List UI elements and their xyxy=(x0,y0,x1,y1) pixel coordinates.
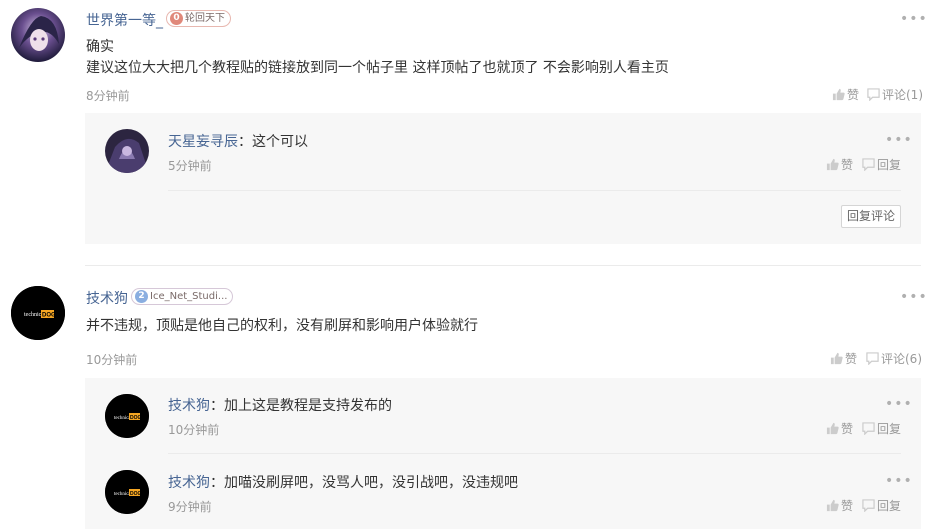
comment-icon xyxy=(862,422,875,435)
replies-panel: 天星妄寻辰：这个可以 ••• 5分钟前 赞 回复 回复评论 xyxy=(85,113,921,244)
reply-label: 回复 xyxy=(877,499,902,513)
divider xyxy=(168,190,901,191)
avatar-logo-word: DOG xyxy=(130,491,142,497)
comment-count-button[interactable]: 评论(6) xyxy=(866,350,922,367)
comment-text-line: 建议这位大大把几个教程贴的链接放到同一个帖子里 这样顶帖了也就顶了 不会影响别人… xyxy=(86,60,669,76)
reply-label: 回复 xyxy=(877,158,902,172)
reply-line: 技术狗：加上这是教程是支持发布的 xyxy=(168,395,392,415)
comment-divider xyxy=(85,265,921,266)
comment-icon xyxy=(866,352,879,365)
reply-text: 加上这是教程是支持发布的 xyxy=(224,398,392,414)
reply-button[interactable]: 回复 xyxy=(862,156,901,173)
reply-username[interactable]: 技术狗 xyxy=(168,398,210,414)
comment-count-label: 评论(6) xyxy=(881,352,922,366)
reply-colon: ： xyxy=(210,475,224,491)
badge-label: Ice_Net_Studi... xyxy=(150,291,228,302)
username[interactable]: 技术狗 xyxy=(86,288,128,308)
more-options-icon[interactable]: ••• xyxy=(885,133,913,147)
reply-comment-button[interactable]: 回复评论 xyxy=(841,205,902,228)
avatar[interactable]: technical DOG xyxy=(105,470,149,514)
comment-icon xyxy=(862,499,875,512)
thumbs-up-icon xyxy=(826,422,839,435)
user-badge[interactable]: 2 Ice_Net_Studi... xyxy=(131,288,234,305)
like-button[interactable]: 赞 xyxy=(826,497,853,514)
thumbs-up-icon xyxy=(830,352,843,365)
comment-text-line: 确实 xyxy=(86,39,114,55)
like-button[interactable]: 赞 xyxy=(832,86,859,103)
comment-icon xyxy=(862,158,875,171)
more-options-icon[interactable]: ••• xyxy=(885,397,913,411)
like-label: 赞 xyxy=(841,499,854,513)
comment-count-button[interactable]: 评论(1) xyxy=(867,86,923,103)
reply-line: 技术狗：加喵没刷屏吧，没骂人吧，没引战吧，没违规吧 xyxy=(168,472,518,492)
reply-text: 这个可以 xyxy=(252,134,308,150)
like-label: 赞 xyxy=(847,88,860,102)
reply-colon: ： xyxy=(210,398,224,414)
comment-count-label: 评论(1) xyxy=(882,88,923,102)
reply-username[interactable]: 天星妄寻辰 xyxy=(168,134,238,150)
like-label: 赞 xyxy=(841,422,854,436)
comment-text-line: 并不违规，顶贴是他自己的权利，没有刷屏和影响用户体验就行 xyxy=(86,318,478,334)
reply-username[interactable]: 技术狗 xyxy=(168,475,210,491)
reply-time: 9分钟前 xyxy=(168,500,212,514)
reply-label: 回复 xyxy=(877,422,902,436)
comment-time: 8分钟前 xyxy=(86,89,130,103)
thumbs-up-icon xyxy=(826,499,839,512)
like-label: 赞 xyxy=(845,352,858,366)
like-label: 赞 xyxy=(841,158,854,172)
avatar[interactable]: technical DOG xyxy=(11,286,65,340)
comment-item: 世界第一等_ 0 轮回天下 ••• 确实 建议这位大大把几个教程贴的链接放到同一… xyxy=(0,0,943,260)
reply-time: 10分钟前 xyxy=(168,423,220,437)
thumbs-up-icon xyxy=(826,158,839,171)
avatar-logo-word: DOG xyxy=(130,415,142,421)
reply-time: 5分钟前 xyxy=(168,159,212,173)
comment-icon xyxy=(867,88,880,101)
comment-item: technical DOG 技术狗 2 Ice_Net_Studi... •••… xyxy=(0,270,943,529)
thumbs-up-icon xyxy=(832,88,845,101)
reply-button[interactable]: 回复 xyxy=(862,497,901,514)
divider xyxy=(168,453,901,454)
like-button[interactable]: 赞 xyxy=(830,350,857,367)
more-options-icon[interactable]: ••• xyxy=(900,290,928,304)
comment-time: 10分钟前 xyxy=(86,353,138,367)
user-badge[interactable]: 0 轮回天下 xyxy=(166,10,231,27)
more-options-icon[interactable]: ••• xyxy=(900,12,928,26)
reply-line: 天星妄寻辰：这个可以 xyxy=(168,131,308,151)
reply-text: 加喵没刷屏吧，没骂人吧，没引战吧，没违规吧 xyxy=(224,475,518,491)
badge-level: 0 xyxy=(170,12,183,25)
like-button[interactable]: 赞 xyxy=(826,156,853,173)
avatar[interactable]: technical DOG xyxy=(105,394,149,438)
more-options-icon[interactable]: ••• xyxy=(885,474,913,488)
avatar-logo-word: DOG xyxy=(42,313,56,319)
reply-colon: ： xyxy=(238,134,252,150)
badge-level: 2 xyxy=(135,290,148,303)
badge-label: 轮回天下 xyxy=(185,13,225,24)
reply-button[interactable]: 回复 xyxy=(862,420,901,437)
like-button[interactable]: 赞 xyxy=(826,420,853,437)
avatar[interactable] xyxy=(105,129,149,173)
avatar[interactable] xyxy=(11,8,65,62)
username[interactable]: 世界第一等_ xyxy=(86,10,163,30)
replies-panel: technical DOG 技术狗：加上这是教程是支持发布的 ••• 10分钟前… xyxy=(85,378,921,529)
